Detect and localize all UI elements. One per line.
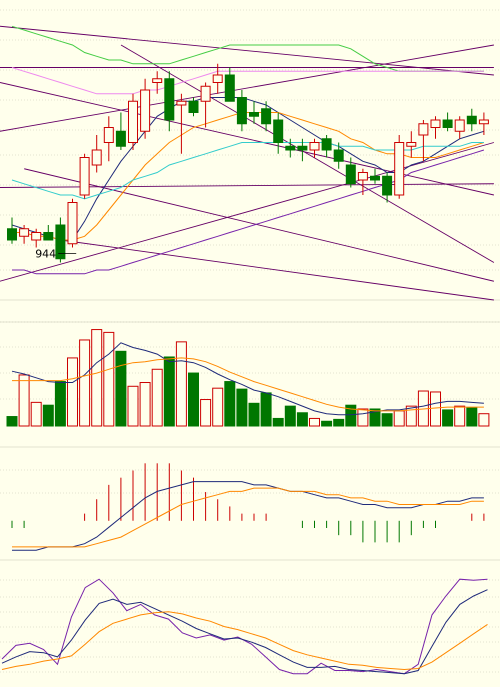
volume-bar-up [430, 391, 441, 427]
ma-pink-line [11, 67, 484, 95]
candle-down [370, 175, 380, 181]
candle-down [466, 115, 477, 125]
volume-bar-down [6, 416, 18, 427]
trend-line [60, 239, 494, 301]
volume-bar-up [309, 417, 320, 427]
volume-bar-up [103, 331, 115, 427]
candle-up [31, 232, 42, 241]
volume-bar-down [224, 381, 236, 427]
candle-down [333, 149, 344, 162]
candle-up [140, 89, 151, 132]
volume-bar-up [67, 357, 78, 427]
candle-down [43, 232, 54, 241]
volume-bar-up [200, 399, 212, 427]
volume-bar-up [30, 401, 42, 427]
candle-down [442, 119, 453, 128]
candle-up [454, 119, 465, 132]
macd-dif-line [12, 481, 484, 551]
candle-down [249, 112, 259, 117]
volume-bar-up [175, 341, 187, 427]
band-upper-line [11, 25, 484, 72]
low-price-label: 944 [35, 248, 56, 261]
volume-bar-down [260, 392, 272, 427]
volume-bar-up [478, 413, 490, 427]
volume-bar-up [139, 382, 151, 427]
price-panel: 944 [0, 25, 495, 301]
kdj-panel [1, 578, 488, 675]
volume-bar-down [442, 409, 454, 427]
volume-bar-down [466, 407, 478, 427]
candle-up [91, 149, 102, 166]
candle-up [128, 100, 138, 143]
candle-up [176, 100, 187, 106]
candle-down [224, 74, 235, 102]
candle-up [19, 228, 30, 237]
volume-bar-up [91, 329, 103, 427]
volume-bar-down [272, 417, 284, 427]
volume-bar-down [381, 413, 393, 427]
candle-down [261, 108, 272, 125]
volume-bar-up [151, 368, 163, 427]
candle-down [273, 119, 284, 143]
candle-down [297, 145, 308, 151]
volume-bar-down [284, 405, 296, 427]
candle-up [103, 127, 114, 143]
volume-bar-down [248, 402, 260, 427]
volume-bar-up [127, 385, 139, 427]
macd-dea-line [12, 487, 484, 548]
volume-panel [6, 329, 490, 427]
candle-down [345, 164, 356, 185]
candle-up [152, 78, 163, 83]
macd-panel [11, 463, 485, 551]
candle-up [212, 74, 223, 83]
candle-up [394, 142, 405, 196]
candle-down [164, 78, 175, 121]
volume-bar-down [115, 350, 127, 427]
gridlines [0, 9, 500, 673]
candle-up [200, 85, 211, 102]
trend-line [0, 183, 494, 188]
volume-bar-down [54, 381, 66, 427]
candle-down [115, 130, 126, 147]
volume-bar-up [405, 405, 417, 427]
candle-down [7, 228, 17, 241]
volume-bar-up [79, 339, 91, 427]
candle-down [285, 145, 296, 151]
volume-bar-down [42, 404, 54, 427]
candle-down [382, 175, 393, 196]
candle-up [357, 172, 368, 181]
candle-up [418, 123, 429, 136]
candle-down [236, 97, 247, 125]
volume-bar-down [296, 412, 308, 427]
volume-bar-up [212, 387, 224, 427]
candle-up [430, 119, 441, 128]
volume-bar-up [18, 374, 30, 427]
candle-up [67, 202, 78, 245]
volume-bar-up [393, 410, 405, 427]
volume-bar-down [163, 356, 175, 427]
volume-bar-up [357, 408, 369, 427]
volume-bar-down [321, 420, 333, 427]
volume-bar-up [454, 405, 466, 427]
chart-canvas: 944 [0, 9, 500, 675]
candle-up [309, 142, 320, 151]
volume-bar-down [188, 372, 199, 427]
volume-bar-down [333, 418, 345, 427]
stock-chart: 944 [0, 0, 500, 687]
candle-up [478, 119, 489, 125]
candle-up [79, 157, 90, 196]
candle-up [406, 142, 417, 147]
candle-down [321, 138, 332, 151]
volume-bar-down [236, 388, 248, 427]
candle-down [188, 100, 199, 113]
kdj-j-line [1, 578, 488, 675]
